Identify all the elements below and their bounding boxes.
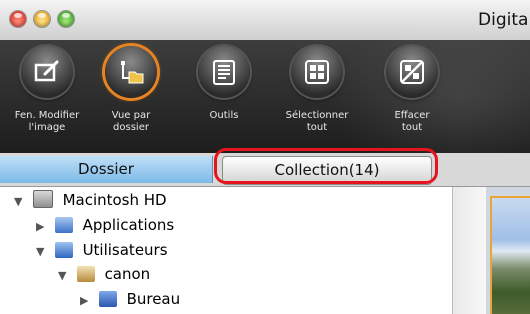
disclosure-collapsed-icon[interactable]: ▶ <box>36 216 50 238</box>
users-folder-icon <box>54 242 73 258</box>
toolbar: Fen. Modifier l'image Vue par dossier Ou… <box>0 10 530 190</box>
pane-divider[interactable] <box>452 187 487 314</box>
tree-item-utilisateurs[interactable]: ▼ Utilisateurs <box>36 239 168 261</box>
tools-icon <box>213 60 235 85</box>
tab-dossier[interactable]: Dossier <box>0 156 213 183</box>
tools-label: Outils <box>209 110 239 121</box>
tree-item-bureau[interactable]: ▶ Bureau <box>80 288 180 310</box>
select-all-label: Sélectionner tout <box>285 110 349 133</box>
edit-image-tool[interactable]: Fen. Modifier l'image <box>2 46 92 134</box>
minimize-window-button[interactable] <box>34 11 50 27</box>
clear-all-label: Effacer tout <box>394 110 430 133</box>
disclosure-expanded-icon[interactable]: ▼ <box>58 265 72 287</box>
select-all-icon <box>305 60 329 84</box>
edit-image-label: Fen. Modifier l'image <box>14 110 80 133</box>
clear-all-button[interactable] <box>386 46 438 98</box>
zoom-window-button[interactable] <box>58 11 74 27</box>
folder-view-label: Vue par dossier <box>111 110 151 133</box>
edit-image-button[interactable] <box>21 46 73 98</box>
disclosure-expanded-icon[interactable]: ▼ <box>14 191 28 213</box>
clear-all-icon <box>400 60 424 84</box>
applications-folder-icon <box>54 217 73 233</box>
desktop-folder-icon <box>98 291 117 307</box>
folder-view-button[interactable] <box>105 46 157 98</box>
select-all-tool[interactable]: Sélectionner tout <box>272 46 362 134</box>
disclosure-expanded-icon[interactable]: ▼ <box>36 241 50 263</box>
folder-view-icon <box>121 61 144 84</box>
select-all-button[interactable] <box>291 46 343 98</box>
edit-image-icon <box>34 60 59 82</box>
hard-drive-icon <box>32 190 53 208</box>
close-window-button[interactable] <box>10 11 26 27</box>
tree-item-applications[interactable]: ▶ Applications <box>36 214 174 236</box>
app-window: Digita Fen. Modifier l'image <box>0 0 530 314</box>
disclosure-collapsed-icon[interactable]: ▶ <box>80 290 94 312</box>
tree-item-macintosh-hd[interactable]: ▼ Macintosh HD <box>14 189 167 211</box>
folder-view-tool[interactable]: Vue par dossier <box>86 46 176 134</box>
tools-tool[interactable]: Outils <box>179 46 269 122</box>
clear-all-tool[interactable]: Effacer tout <box>367 46 457 134</box>
collection-tab-highlight <box>214 148 438 184</box>
folder-tree[interactable]: ▼ Macintosh HD ▶ Applications ▼ Utilisat… <box>0 187 450 314</box>
home-icon <box>76 266 95 282</box>
tree-item-canon[interactable]: ▼ canon <box>58 263 150 285</box>
thumbnail-image[interactable] <box>490 196 530 314</box>
tools-button[interactable] <box>198 46 250 98</box>
